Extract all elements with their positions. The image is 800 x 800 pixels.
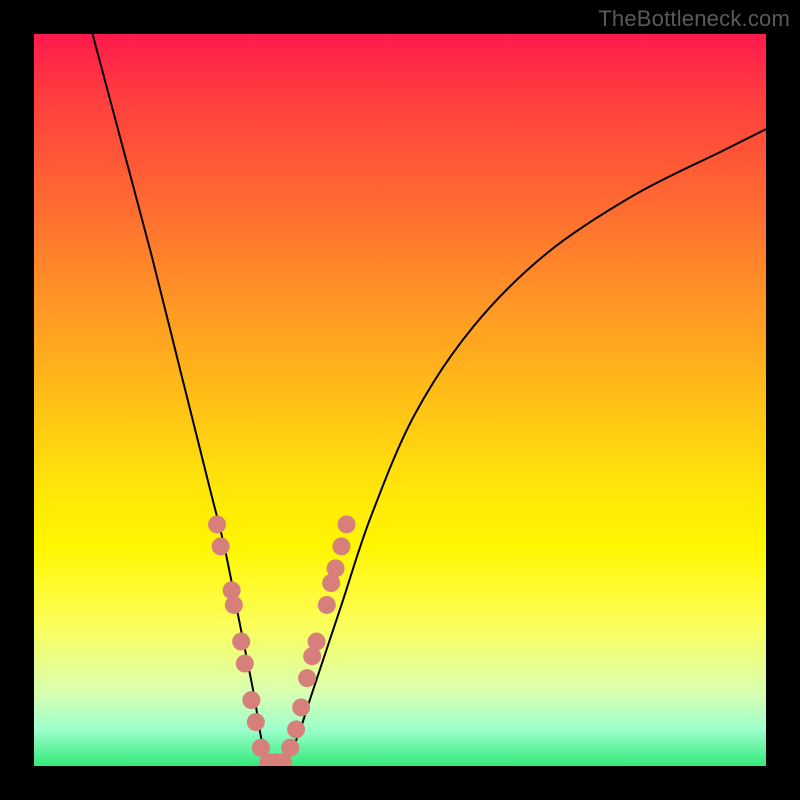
data-marker — [332, 537, 350, 555]
data-marker — [281, 739, 299, 757]
data-marker — [225, 596, 243, 614]
data-marker — [212, 537, 230, 555]
data-marker — [298, 669, 316, 687]
outer-frame: TheBottleneck.com — [0, 0, 800, 800]
data-marker — [292, 698, 310, 716]
data-marker — [327, 559, 345, 577]
plot-area — [34, 34, 766, 766]
data-marker — [318, 596, 336, 614]
data-marker — [236, 655, 254, 673]
data-marker — [242, 691, 260, 709]
data-marker — [287, 720, 305, 738]
data-marker — [247, 713, 265, 731]
data-marker — [308, 633, 326, 651]
marker-group — [208, 515, 356, 766]
chart-svg — [34, 34, 766, 766]
data-marker — [232, 633, 250, 651]
watermark-text: TheBottleneck.com — [598, 6, 790, 32]
data-marker — [338, 515, 356, 533]
bottleneck-curve — [93, 34, 766, 766]
data-marker — [208, 515, 226, 533]
